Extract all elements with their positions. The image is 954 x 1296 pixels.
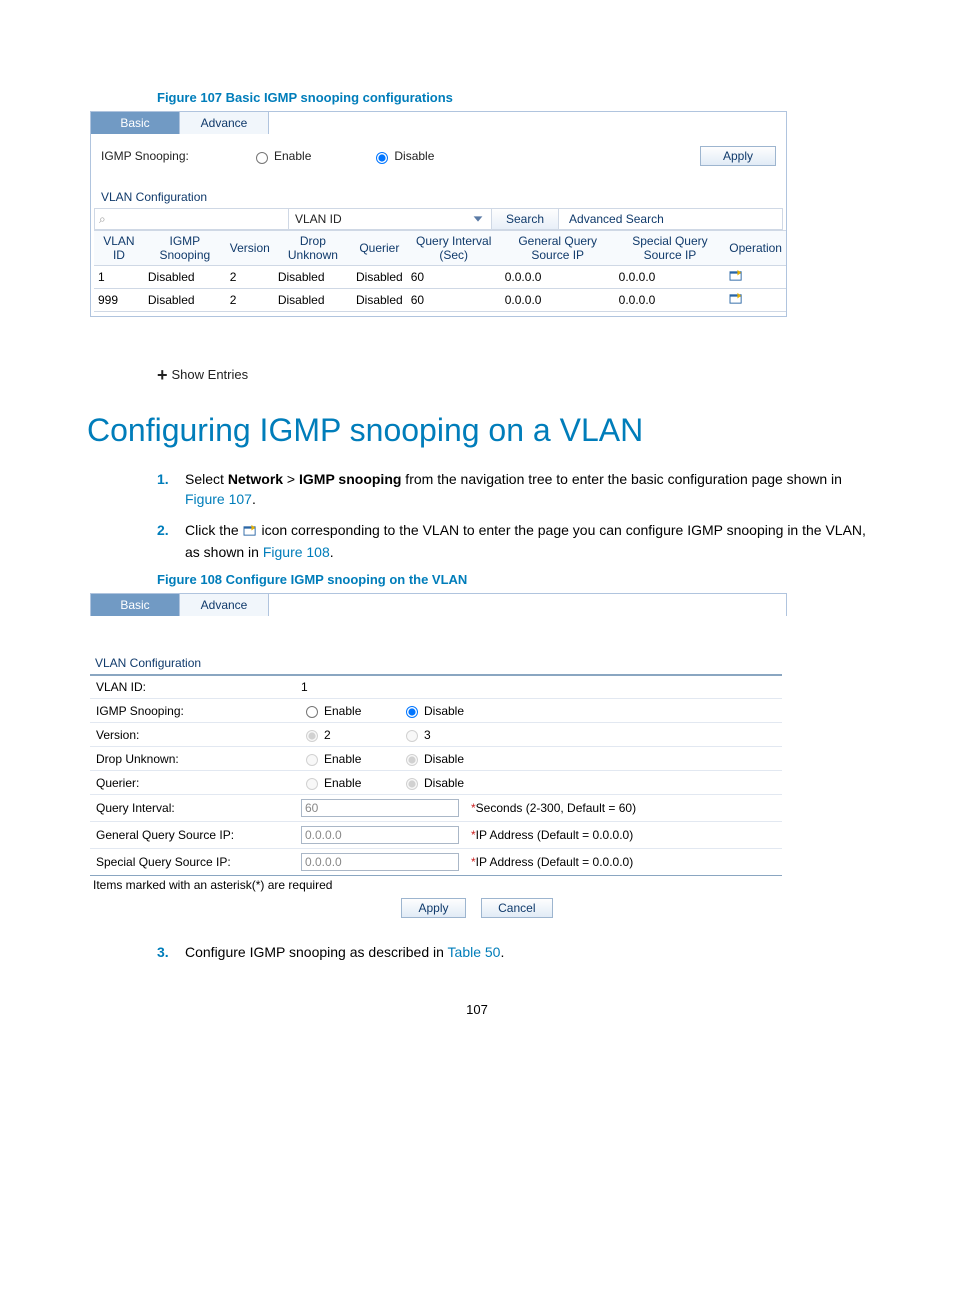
search-field-select[interactable]: VLAN ID bbox=[289, 209, 492, 229]
table-50-link[interactable]: Table 50 bbox=[448, 944, 501, 960]
vlan-config-title-108: VLAN Configuration bbox=[87, 646, 867, 674]
igmp-disable-radio[interactable] bbox=[406, 706, 418, 718]
vlan-form: VLAN ID: 1 IGMP Snooping: Enable Disable… bbox=[90, 674, 782, 876]
query-interval-label: Query Interval: bbox=[96, 801, 301, 815]
plus-icon: + bbox=[157, 369, 168, 381]
cell-querier: Disabled bbox=[352, 289, 407, 312]
tabs-107: Basic Advance bbox=[90, 111, 787, 134]
tab-basic[interactable]: Basic bbox=[91, 594, 180, 616]
figure-107-link[interactable]: Figure 107 bbox=[185, 491, 252, 507]
cell-gq: 0.0.0.0 bbox=[501, 266, 615, 289]
required-note: Items marked with an asterisk(*) are req… bbox=[93, 878, 867, 892]
cell-snoop: Disabled bbox=[144, 289, 226, 312]
drop-disable-radio[interactable] bbox=[406, 754, 418, 766]
col-vlan-id[interactable]: VLAN ID bbox=[94, 231, 144, 266]
search-select-value: VLAN ID bbox=[295, 212, 342, 226]
col-general-query-ip[interactable]: General Query Source IP bbox=[501, 231, 615, 266]
enable-radio-input[interactable] bbox=[256, 152, 268, 164]
cell-querier: Disabled bbox=[352, 266, 407, 289]
version-3-radio[interactable] bbox=[406, 730, 418, 742]
col-igmp-snooping[interactable]: IGMP Snooping bbox=[144, 231, 226, 266]
step-2: Click the icon corresponding to the VLAN… bbox=[157, 520, 867, 563]
tab-spacer bbox=[269, 112, 786, 134]
vlan-config-title: VLAN Configuration bbox=[91, 180, 786, 208]
cancel-button[interactable]: Cancel bbox=[481, 898, 552, 918]
step-3: Configure IGMP snooping as described in … bbox=[157, 942, 867, 962]
table-row: 1 Disabled 2 Disabled Disabled 60 0.0.0.… bbox=[94, 266, 786, 289]
vlan-table: VLAN ID IGMP Snooping Version Drop Unkno… bbox=[94, 230, 786, 312]
figure-108-link[interactable]: Figure 108 bbox=[263, 544, 330, 560]
chevron-down-icon bbox=[471, 212, 485, 226]
step-1: Select Network > IGMP snooping from the … bbox=[157, 469, 867, 510]
show-entries-toggle[interactable]: + Show Entries bbox=[157, 367, 867, 382]
cell-vlan: 999 bbox=[94, 289, 144, 312]
cell-intv: 60 bbox=[407, 266, 501, 289]
querier-label: Querier: bbox=[96, 776, 301, 790]
page-number: 107 bbox=[87, 1002, 867, 1017]
show-entries-label: Show Entries bbox=[172, 367, 249, 382]
general-query-label: General Query Source IP: bbox=[96, 828, 301, 842]
figure-107-caption: Figure 107 Basic IGMP snooping configura… bbox=[87, 90, 867, 105]
cell-drop: Disabled bbox=[274, 266, 352, 289]
disable-radio[interactable]: Disable bbox=[371, 149, 434, 164]
col-operation: Operation bbox=[725, 231, 786, 266]
disable-radio-input[interactable] bbox=[376, 152, 388, 164]
search-button[interactable]: Search bbox=[492, 209, 559, 229]
enable-text: Enable bbox=[274, 149, 311, 163]
cell-snoop: Disabled bbox=[144, 266, 226, 289]
apply-button[interactable]: Apply bbox=[401, 898, 465, 918]
special-query-input[interactable] bbox=[301, 853, 459, 871]
col-version[interactable]: Version bbox=[226, 231, 274, 266]
advanced-search-link[interactable]: Advanced Search bbox=[559, 209, 674, 229]
search-row: VLAN ID Search Advanced Search bbox=[94, 208, 783, 230]
figure-108-caption: Figure 108 Configure IGMP snooping on th… bbox=[87, 572, 867, 587]
cell-sq: 0.0.0.0 bbox=[615, 266, 726, 289]
drop-enable-radio[interactable] bbox=[306, 754, 318, 766]
edit-icon bbox=[243, 522, 258, 542]
tab-basic[interactable]: Basic bbox=[91, 112, 180, 134]
cell-drop: Disabled bbox=[274, 289, 352, 312]
version-label: Version: bbox=[96, 728, 301, 742]
disable-text: Disable bbox=[394, 149, 434, 163]
tabs-108: Basic Advance bbox=[90, 593, 787, 616]
query-interval-note: *Seconds (2-300, Default = 60) bbox=[471, 801, 636, 815]
col-query-interval[interactable]: Query Interval (Sec) bbox=[407, 231, 501, 266]
query-interval-input[interactable] bbox=[301, 799, 459, 817]
tab-advance[interactable]: Advance bbox=[180, 594, 269, 616]
panel-107: IGMP Snooping: Enable Disable Apply VLAN… bbox=[90, 134, 787, 317]
table-row: 999 Disabled 2 Disabled Disabled 60 0.0.… bbox=[94, 289, 786, 312]
apply-button[interactable]: Apply bbox=[700, 146, 776, 166]
cell-sq: 0.0.0.0 bbox=[615, 289, 726, 312]
special-query-note: *IP Address (Default = 0.0.0.0) bbox=[471, 855, 633, 869]
version-2-radio[interactable] bbox=[306, 730, 318, 742]
querier-disable-radio[interactable] bbox=[406, 778, 418, 790]
querier-enable-radio[interactable] bbox=[306, 778, 318, 790]
tab-spacer bbox=[269, 594, 786, 616]
igmp-snooping-label: IGMP Snooping: bbox=[101, 149, 251, 163]
vlan-id-label: VLAN ID: bbox=[96, 680, 301, 694]
tab-advance[interactable]: Advance bbox=[180, 112, 269, 134]
vlan-id-value: 1 bbox=[301, 680, 308, 694]
enable-radio[interactable]: Enable bbox=[251, 149, 311, 164]
cell-vlan: 1 bbox=[94, 266, 144, 289]
drop-unknown-label: Drop Unknown: bbox=[96, 752, 301, 766]
edit-icon[interactable] bbox=[725, 289, 786, 312]
cell-ver: 2 bbox=[226, 289, 274, 312]
col-special-query-ip[interactable]: Special Query Source IP bbox=[615, 231, 726, 266]
col-querier[interactable]: Querier bbox=[352, 231, 407, 266]
page-title: Configuring IGMP snooping on a VLAN bbox=[87, 412, 867, 449]
igmp-enable-radio[interactable] bbox=[306, 706, 318, 718]
edit-icon[interactable] bbox=[725, 266, 786, 289]
special-query-label: Special Query Source IP: bbox=[96, 855, 301, 869]
cell-intv: 60 bbox=[407, 289, 501, 312]
general-query-note: *IP Address (Default = 0.0.0.0) bbox=[471, 828, 633, 842]
igmp-snooping-label: IGMP Snooping: bbox=[96, 704, 301, 718]
cell-gq: 0.0.0.0 bbox=[501, 289, 615, 312]
cell-ver: 2 bbox=[226, 266, 274, 289]
general-query-input[interactable] bbox=[301, 826, 459, 844]
col-drop-unknown[interactable]: Drop Unknown bbox=[274, 231, 352, 266]
search-input[interactable] bbox=[95, 209, 289, 229]
